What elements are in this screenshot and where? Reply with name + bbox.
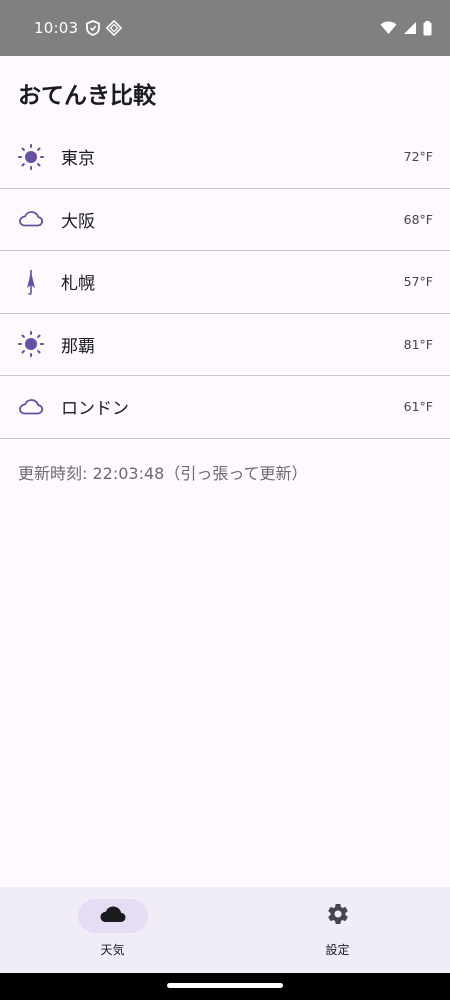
wifi-icon — [380, 21, 397, 35]
city-temp: 61°F — [403, 399, 433, 415]
city-temp: 72°F — [403, 149, 433, 165]
city-row-naha[interactable]: 那覇 81°F — [0, 314, 450, 376]
cloud-icon — [17, 393, 45, 421]
city-temp: 57°F — [403, 274, 433, 290]
sun-icon — [17, 143, 45, 171]
nav-icon-container — [303, 899, 373, 933]
shield-icon — [86, 20, 101, 36]
city-row-tokyo[interactable]: 東京 72°F — [0, 126, 450, 189]
city-name: ロンドン — [61, 399, 129, 420]
nav-label: 設定 — [325, 943, 350, 957]
city-list: 東京 72°F 大阪 68°F 札幌 57°F 那覇 81°F ロンドン 61°… — [0, 126, 450, 439]
city-temp: 68°F — [403, 211, 433, 227]
cloud-filled-icon — [99, 904, 127, 928]
nav-label: 天気 — [100, 943, 125, 957]
cloud-icon — [17, 205, 45, 233]
status-time: 10:03 — [34, 19, 79, 37]
city-row-sapporo[interactable]: 札幌 57°F — [0, 251, 450, 314]
updated-time-text: 更新時刻: 22:03:48（引っ張って更新） — [18, 464, 308, 483]
status-bar: 10:03 — [0, 0, 450, 56]
umbrella-icon — [17, 268, 45, 296]
city-name: 東京 — [61, 149, 95, 170]
city-row-london[interactable]: ロンドン 61°F — [0, 376, 450, 439]
page-title: おてんき比較 — [18, 83, 156, 109]
city-row-osaka[interactable]: 大阪 68°F — [0, 189, 450, 251]
nfc-icon — [106, 20, 123, 36]
home-gesture-handle[interactable] — [167, 983, 283, 988]
gear-icon — [326, 902, 350, 930]
nav-item-settings[interactable]: 設定 — [225, 887, 450, 973]
nav-item-weather[interactable]: 天気 — [0, 887, 225, 973]
bottom-navigation: 天気 設定 — [0, 887, 450, 973]
signal-icon — [403, 21, 417, 35]
nav-active-indicator — [77, 899, 148, 933]
city-name: 大阪 — [61, 211, 95, 232]
city-temp: 81°F — [403, 336, 433, 352]
battery-icon — [423, 20, 432, 36]
city-name: 札幌 — [61, 274, 95, 295]
sun-icon — [17, 330, 45, 358]
city-name: 那覇 — [61, 336, 95, 357]
